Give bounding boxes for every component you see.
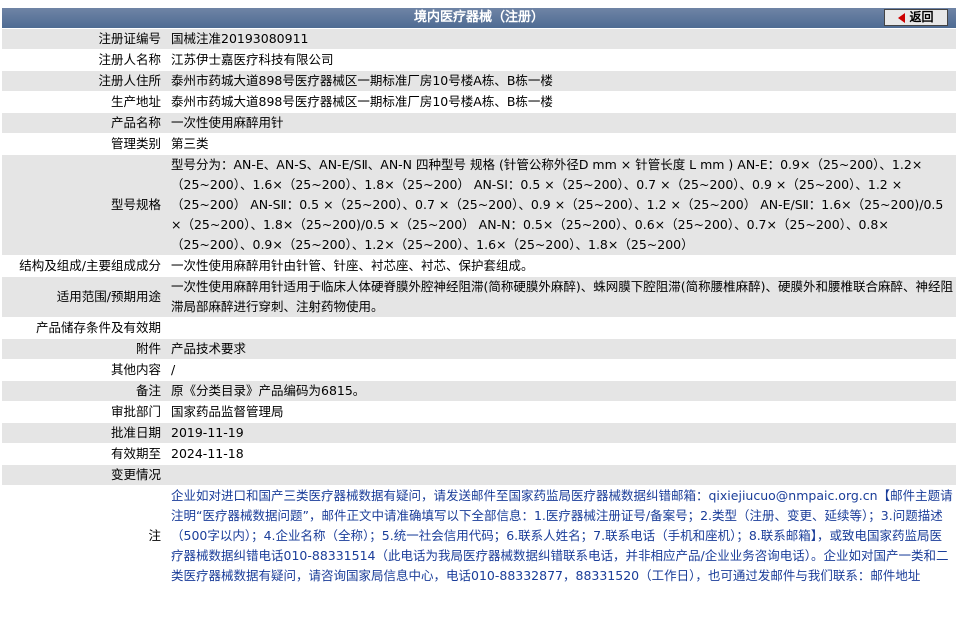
field-value: 一次性使用麻醉用针适用于临床人体硬脊膜外腔神经阻滞(简称硬膜外麻醉)、蛛网膜下腔… [167,277,956,317]
field-label: 变更情况 [2,465,167,485]
table-row: 变更情况 [2,465,956,485]
field-label: 产品储存条件及有效期 [2,318,167,338]
field-value: 2019-11-19 [167,423,956,443]
table-row: 备注 原《分类目录》产品编码为6815。 [2,381,956,401]
table-row: 注册证编号 国械注准20193080911 [2,29,956,49]
back-label: 返回 [909,10,934,24]
table-row: 管理类别 第三类 [2,134,956,154]
field-value: 原《分类目录》产品编码为6815。 [167,381,956,401]
field-value: 第三类 [167,134,956,154]
page-header: 境内医疗器械（注册） 返回 [2,8,956,28]
table-row: 批准日期 2019-11-19 [2,423,956,443]
table-row: 产品名称 一次性使用麻醉用针 [2,113,956,133]
note-row: 注企业如对进口和国产三类医疗器械数据有疑问，请发送邮件至国家药监局医疗器械数据纠… [2,486,956,586]
detail-table: 注册证编号 国械注准20193080911 注册人名称 江苏伊士嘉医疗科技有限公司 注册… [2,28,956,587]
field-label: 注册人住所 [2,71,167,91]
page-title: 境内医疗器械（注册） [413,10,544,25]
field-value: 泰州市药城大道898号医疗器械区一期标准厂房10号楼A栋、B栋一楼 [167,71,956,91]
table-row: 型号规格 型号分为：AN-E、AN-S、AN-E/SⅡ、AN-N 四种型号 规格 … [2,155,956,255]
table-row: 注册人名称 江苏伊士嘉医疗科技有限公司 [2,50,956,70]
back-arrow-icon [898,12,906,23]
field-label: 批准日期 [2,423,167,443]
field-label: 审批部门 [2,402,167,422]
field-label: 适用范围/预期用途 [2,277,167,317]
field-label: 其他内容 [2,360,167,380]
field-value: 国家药品监督管理局 [167,402,956,422]
table-row: 产品储存条件及有效期 [2,318,956,338]
table-row: 注册人住所 泰州市药城大道898号医疗器械区一期标准厂房10号楼A栋、B栋一楼 [2,71,956,91]
table-row: 审批部门 国家药品监督管理局 [2,402,956,422]
field-value: 江苏伊士嘉医疗科技有限公司 [167,50,956,70]
field-label: 结构及组成/主要组成成分 [2,256,167,276]
field-label: 产品名称 [2,113,167,133]
field-value: 一次性使用麻醉用针由针管、针座、衬芯座、衬芯、保护套组成。 [167,256,956,276]
field-value: 国械注准20193080911 [167,29,956,49]
field-label: 注册人名称 [2,50,167,70]
field-label: 附件 [2,339,167,359]
field-value [167,465,956,485]
field-label: 生产地址 [2,92,167,112]
field-value: 一次性使用麻醉用针 [167,113,956,133]
field-value [167,318,956,338]
field-value: 型号分为：AN-E、AN-S、AN-E/SⅡ、AN-N 四种型号 规格 (针管公… [167,155,956,255]
field-value: 产品技术要求 [167,339,956,359]
table-row: 适用范围/预期用途 一次性使用麻醉用针适用于临床人体硬脊膜外腔神经阻滞(简称硬膜外… [2,277,956,317]
table-row: 有效期至 2024-11-18 [2,444,956,464]
field-label: 备注 [2,381,167,401]
field-label: 型号规格 [2,155,167,255]
field-value: 泰州市药城大道898号医疗器械区一期标准厂房10号楼A栋、B栋一楼 [167,92,956,112]
note-text: 企业如对进口和国产三类医疗器械数据有疑问，请发送邮件至国家药监局医疗器械数据纠错… [167,486,956,586]
field-label: 管理类别 [2,134,167,154]
table-row: 附件 产品技术要求 [2,339,956,359]
field-value: 2024-11-18 [167,444,956,464]
note-label: 注 [2,486,167,586]
field-label: 注册证编号 [2,29,167,49]
table-row: 其他内容 / [2,360,956,380]
field-label: 有效期至 [2,444,167,464]
field-value: / [167,360,956,380]
table-row: 生产地址 泰州市药城大道898号医疗器械区一期标准厂房10号楼A栋、B栋一楼 [2,92,956,112]
back-button[interactable]: 返回 [884,9,948,26]
table-row: 结构及组成/主要组成成分 一次性使用麻醉用针由针管、针座、衬芯座、衬芯、保护套组成… [2,256,956,276]
